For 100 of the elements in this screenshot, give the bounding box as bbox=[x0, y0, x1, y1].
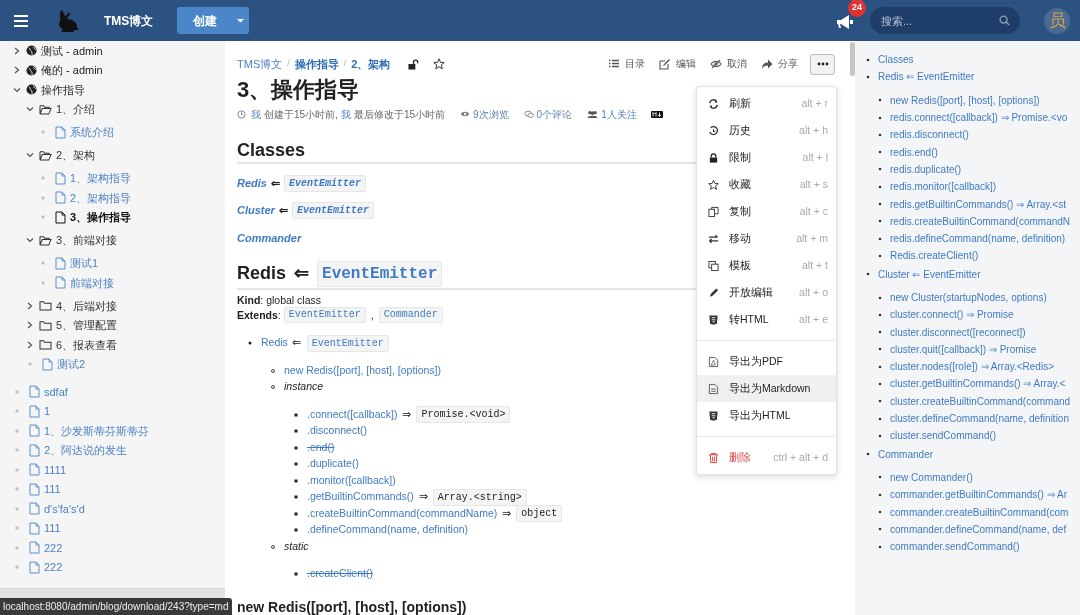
class-link[interactable]: Commander bbox=[237, 229, 302, 247]
chevron-right-icon[interactable] bbox=[25, 300, 35, 311]
author-link[interactable]: 我 bbox=[251, 106, 261, 122]
class-link[interactable]: Cluster bbox=[237, 202, 275, 219]
member-link[interactable]: .end() bbox=[307, 439, 335, 456]
create-split-button[interactable]: 创建 bbox=[177, 7, 250, 34]
search-field[interactable]: 搜索... bbox=[870, 7, 1020, 34]
menu-icon[interactable] bbox=[14, 14, 28, 27]
toc-link[interactable]: redis.defineCommand(name, definition) bbox=[890, 231, 1066, 247]
tree-item[interactable]: 1、架构指导 bbox=[70, 170, 132, 187]
toolbar-button[interactable]: 目录 bbox=[608, 56, 645, 72]
menu-item[interactable]: 转HTML alt + e bbox=[697, 306, 836, 333]
tree-item[interactable]: 操作指导 bbox=[41, 81, 85, 98]
breadcrumb-link[interactable]: 2、架构 bbox=[351, 55, 391, 73]
menu-item[interactable]: 导出为HTML bbox=[697, 402, 836, 429]
toolbar-button[interactable]: 编辑 bbox=[659, 56, 696, 72]
toc-link[interactable]: new Cluster(startupNodes, options) bbox=[890, 290, 1047, 305]
toc-link[interactable]: Cluster ⇐ EventEmitter bbox=[878, 266, 981, 282]
menu-item[interactable]: 模板 alt + t bbox=[697, 252, 836, 279]
tree-item[interactable]: 2、阿达说的发生 bbox=[44, 442, 128, 459]
menu-item[interactable]: 导出为Markdown bbox=[697, 375, 836, 402]
toc-link[interactable]: cluster.getBuiltinCommands() ⇒ Array.< bbox=[890, 376, 1066, 392]
menu-item[interactable]: 刷新 alt + r bbox=[697, 90, 836, 117]
star-icon[interactable] bbox=[433, 58, 446, 70]
toc-link[interactable]: commander.createBuiltinCommand(com bbox=[890, 504, 1069, 520]
member-link[interactable]: .getBuiltinCommands() bbox=[307, 489, 414, 506]
member-link[interactable]: .duplicate() bbox=[307, 456, 359, 473]
tree-item[interactable]: 3、操作指导 bbox=[70, 209, 132, 226]
toc-link[interactable]: cluster.nodes([role]) ⇒ Array.<Redis> bbox=[890, 359, 1054, 375]
member-link[interactable]: .createClient() bbox=[307, 566, 373, 583]
scrollbar-thumb[interactable] bbox=[850, 42, 855, 76]
toc-link[interactable]: Classes bbox=[878, 52, 914, 68]
menu-item[interactable]: 导出为PDF bbox=[697, 348, 836, 375]
tree-item[interactable]: 测试1 bbox=[70, 255, 99, 272]
toc-link[interactable]: cluster.createBuiltinCommand(command bbox=[890, 393, 1071, 409]
tree-item[interactable]: 前端对接 bbox=[70, 274, 114, 291]
toc-link[interactable]: cluster.disconnect([reconnect]) bbox=[890, 324, 1026, 340]
member-link[interactable]: .disconnect() bbox=[307, 423, 368, 440]
toc-link[interactable]: commander.getBuiltinCommands() ⇒ Ar bbox=[890, 487, 1067, 503]
author-link[interactable]: 我 bbox=[340, 106, 351, 122]
menu-item[interactable]: 开放编辑 alt + o bbox=[697, 279, 836, 306]
member-link[interactable]: .monitor([callback]) bbox=[307, 472, 396, 489]
tree-item[interactable]: 2、架构 bbox=[56, 147, 96, 164]
tree-item[interactable]: 1、沙发斯蒂芬斯蒂芬 bbox=[44, 422, 150, 439]
class-link[interactable]: Redis bbox=[237, 174, 267, 192]
breadcrumb-link[interactable]: TMS博文 bbox=[237, 55, 283, 73]
toc-link[interactable]: cluster.defineCommand(name, definition bbox=[890, 411, 1069, 427]
menu-item[interactable]: 复制 alt + c bbox=[697, 198, 836, 225]
menu-item[interactable]: 删除 ctrl + alt + d bbox=[697, 444, 836, 471]
unlocked-padlock-icon[interactable] bbox=[408, 58, 420, 70]
toc-link[interactable]: Redis ⇐ EventEmitter bbox=[878, 69, 975, 85]
more-options-button[interactable] bbox=[810, 53, 835, 75]
tree-item[interactable]: 5、管理配置 bbox=[56, 317, 118, 334]
tree-item[interactable]: d's'fa's'd bbox=[44, 500, 85, 517]
chevron-right-icon[interactable] bbox=[25, 339, 35, 350]
toc-link[interactable]: redis.connect([callback]) ⇒ Promise.<vo bbox=[890, 110, 1068, 126]
user-avatar[interactable]: 员 bbox=[1044, 7, 1070, 34]
tree-item[interactable]: 222 bbox=[44, 539, 63, 556]
tree-item[interactable]: 系统介绍 bbox=[70, 124, 114, 141]
breadcrumb-link[interactable]: 操作指导 bbox=[294, 55, 339, 73]
toc-link[interactable]: cluster.sendCommand() bbox=[890, 428, 997, 444]
constructor-link[interactable]: new Redis([port], [host], [options]) bbox=[284, 362, 441, 379]
menu-item[interactable]: 收藏 alt + s bbox=[697, 171, 836, 198]
chevron-right-icon[interactable] bbox=[12, 65, 22, 76]
tree-item[interactable]: 4、后端对接 bbox=[56, 297, 118, 314]
toolbar-button[interactable]: 取消 bbox=[710, 56, 747, 72]
menu-item[interactable]: 移动 alt + m bbox=[697, 225, 836, 252]
toc-link[interactable]: redis.getBuiltinCommands() ⇒ Array.<st bbox=[890, 196, 1066, 212]
tree-item[interactable]: 6、报表查看 bbox=[56, 336, 118, 353]
toc-link[interactable]: redis.end() bbox=[890, 144, 938, 160]
toc-link[interactable]: new Redis([port], [host], [options]) bbox=[890, 92, 1040, 108]
toc-link[interactable]: redis.duplicate() bbox=[890, 161, 962, 177]
toc-link[interactable]: cluster.quit([callback]) ⇒ Promise bbox=[890, 341, 1037, 357]
member-link[interactable]: .createBuiltinCommand(commandName) bbox=[307, 505, 498, 522]
toc-link[interactable]: Commander bbox=[878, 446, 934, 462]
class-link[interactable]: Redis bbox=[261, 335, 288, 352]
chevron-right-icon[interactable] bbox=[25, 320, 35, 331]
toolbar-button[interactable]: 分享 bbox=[761, 56, 798, 72]
tree-item[interactable]: 111 bbox=[44, 520, 61, 537]
chevron-right-icon[interactable] bbox=[12, 45, 22, 56]
toc-link[interactable]: cluster.connect() ⇒ Promise bbox=[890, 307, 1014, 323]
toc-link[interactable]: redis.monitor([callback]) bbox=[890, 179, 997, 195]
toc-link[interactable]: Redis.createClient() bbox=[890, 248, 979, 264]
tree-item[interactable]: 俺的 - admin bbox=[41, 62, 103, 79]
tree-item[interactable]: 111 bbox=[44, 481, 61, 498]
member-link[interactable]: .defineCommand(name, definition) bbox=[307, 522, 469, 539]
toc-link[interactable]: new Commander() bbox=[890, 469, 973, 485]
toc-link[interactable]: redis.disconnect() bbox=[890, 127, 969, 143]
tree-item[interactable]: 222 bbox=[44, 559, 63, 576]
tree-item[interactable]: 2、架构指导 bbox=[70, 189, 132, 206]
tree-item[interactable]: 1111 bbox=[44, 461, 67, 478]
tree-item[interactable]: 1、介绍 bbox=[56, 101, 96, 118]
tree-item[interactable]: 测试2 bbox=[57, 356, 86, 373]
tree-item[interactable]: 测试 - admin bbox=[41, 42, 103, 59]
megaphone-icon[interactable] bbox=[836, 13, 854, 30]
toc-link[interactable]: commander.defineCommand(name, def bbox=[890, 521, 1067, 537]
tree-item[interactable]: 1 bbox=[44, 403, 51, 420]
member-link[interactable]: .connect([callback]) bbox=[307, 406, 398, 423]
toc-link[interactable]: redis.createBuiltinCommand(commandN bbox=[890, 213, 1071, 229]
tree-item[interactable]: sdfaf bbox=[44, 383, 68, 400]
